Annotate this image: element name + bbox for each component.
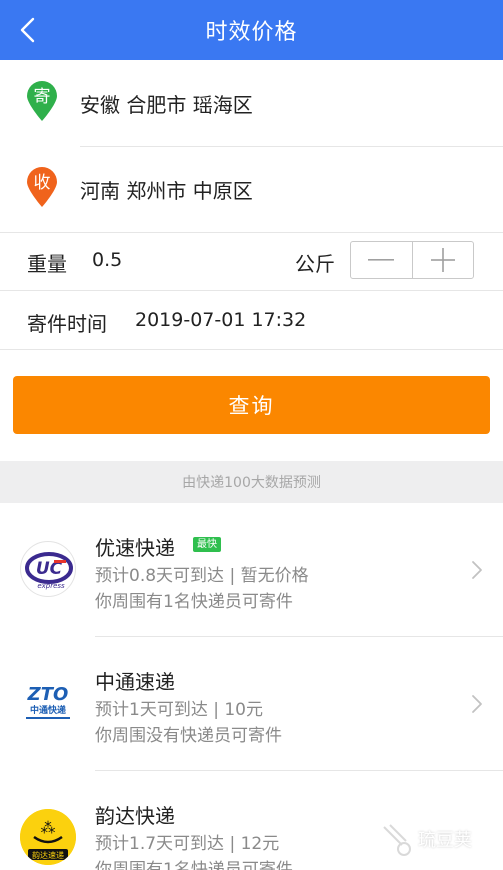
- svg-text:韵达速递: 韵达速递: [32, 850, 64, 860]
- courier-name: 中通速递: [95, 670, 175, 694]
- svg-text:中通快递: 中通快递: [30, 704, 66, 716]
- receiver-pin-icon: 收: [27, 167, 57, 207]
- courier-eta-price: 预计0.8天可到达 | 暂无价格: [95, 566, 309, 586]
- svg-text:⁂: ⁂: [41, 819, 56, 837]
- query-button[interactable]: 查询: [13, 376, 490, 434]
- svg-text:ZTO: ZTO: [27, 684, 69, 705]
- watermark-text: 琉豆荚: [418, 830, 472, 851]
- watermark-logo-icon: [383, 824, 411, 856]
- increase-button[interactable]: [413, 242, 474, 278]
- courier-name: 优速快递: [95, 536, 175, 560]
- page-title: 时效价格: [205, 20, 298, 45]
- send-time-label: 寄件时间: [27, 312, 107, 336]
- svg-text:express: express: [37, 582, 65, 590]
- weight-unit: 公斤: [295, 252, 335, 276]
- receiver-address-row[interactable]: 收 河南 郑州市 中原区: [0, 146, 503, 232]
- divider: [0, 290, 503, 291]
- decrease-button[interactable]: [351, 242, 412, 278]
- divider: [0, 349, 503, 350]
- prediction-banner: 由快递100大数据预测: [0, 461, 503, 503]
- sender-pin-icon: 寄: [27, 81, 57, 121]
- header-bar: 时效价格: [0, 0, 503, 60]
- courier-item-zto[interactable]: ZTO 中通快递 中通速递 预计1天可到达 | 10元 你周围没有快递员可寄件: [0, 637, 503, 771]
- send-time-value[interactable]: 2019-07-01 17:32: [135, 309, 306, 331]
- plus-icon: [430, 248, 455, 272]
- fastest-badge: 最快: [193, 537, 221, 552]
- minus-icon: [368, 259, 395, 261]
- app-screen: 时效价格 寄 安徽 合肥市 瑶海区 收 河南 郑州市 中原区 重量 0.5 公斤…: [0, 0, 503, 870]
- courier-nearby: 你周围有1名快递员可寄件: [95, 860, 293, 870]
- watermark: 琉豆荚: [380, 816, 490, 862]
- courier-eta-price: 预计1天可到达 | 10元: [95, 700, 263, 720]
- courier-eta-price: 预计1.7天可到达 | 12元: [95, 834, 280, 854]
- receiver-address: 河南 郑州市 中原区: [80, 178, 253, 203]
- youshu-logo: UC express: [20, 541, 76, 597]
- divider: [0, 232, 503, 233]
- weight-value[interactable]: 0.5: [92, 249, 122, 271]
- chevron-right-icon: [472, 561, 482, 579]
- courier-name: 韵达快递: [95, 804, 175, 828]
- yunda-logo: ⁂ 韵达速递: [20, 809, 76, 865]
- weight-stepper: [350, 241, 474, 279]
- sender-pin-char: 寄: [34, 87, 51, 107]
- chevron-left-icon: [20, 17, 35, 43]
- courier-nearby: 你周围没有快递员可寄件: [95, 726, 282, 746]
- sender-address: 安徽 合肥市 瑶海区: [80, 92, 253, 117]
- chevron-right-icon: [472, 695, 482, 713]
- back-button[interactable]: [8, 10, 48, 50]
- courier-item-youshu[interactable]: UC express 优速快递 最快 预计0.8天可到达 | 暂无价格 你周围有…: [0, 503, 503, 637]
- courier-nearby: 你周围有1名快递员可寄件: [95, 592, 293, 612]
- zto-logo: ZTO 中通快递: [20, 675, 76, 731]
- receiver-pin-char: 收: [34, 173, 51, 193]
- weight-label: 重量: [27, 252, 67, 276]
- sender-address-row[interactable]: 寄 安徽 合肥市 瑶海区: [0, 60, 503, 146]
